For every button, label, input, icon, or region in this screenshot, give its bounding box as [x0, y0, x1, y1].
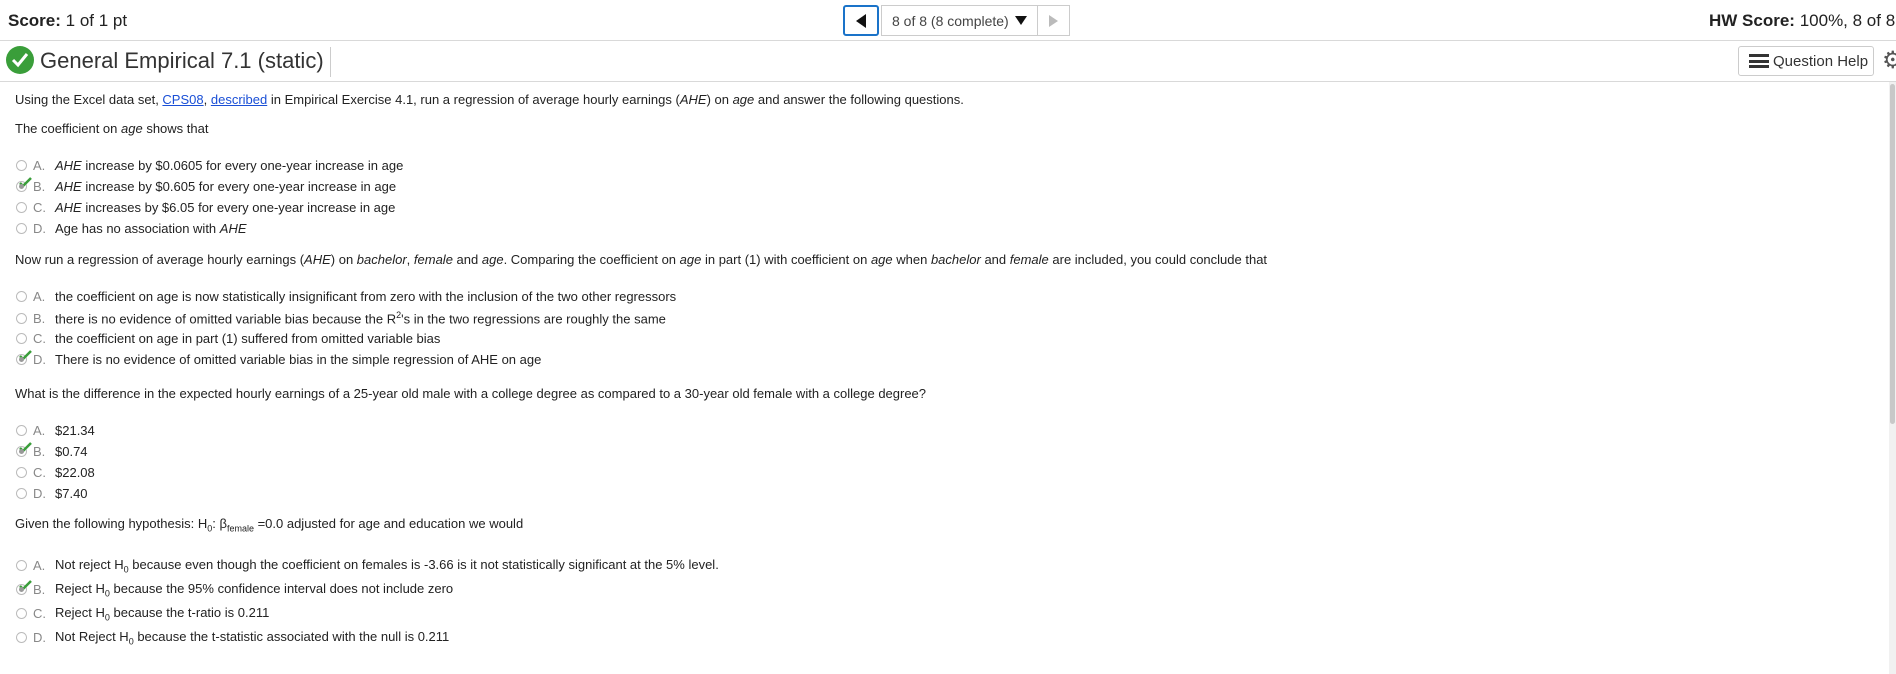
check-icon	[19, 350, 32, 361]
check-icon	[19, 442, 32, 453]
radio-button[interactable]	[16, 202, 27, 213]
described-link[interactable]: described	[211, 92, 267, 107]
top-bar: Score: 1 of 1 pt 8 of 8 (8 complete) HW …	[0, 0, 1896, 41]
radio-button[interactable]	[16, 177, 32, 192]
q2-option-a[interactable]: A. the coefficient on age is now statisti…	[16, 289, 676, 304]
title-bar: General Empirical 7.1 (static) Question …	[0, 41, 1896, 82]
right-arrow-icon	[1048, 14, 1058, 27]
cps08-link[interactable]: CPS08	[162, 92, 203, 107]
question-navigator: 8 of 8 (8 complete)	[843, 4, 1070, 37]
q1-option-b[interactable]: B. AHE increase by $0.605 for every one-y…	[16, 177, 396, 194]
left-arrow-icon	[856, 13, 866, 28]
q3-option-b[interactable]: B. $0.74	[16, 442, 88, 459]
correct-check-icon	[6, 46, 34, 74]
q1-option-c[interactable]: C. AHE increases by $6.05 for every one-y…	[16, 200, 395, 215]
score: Score: 1 of 1 pt	[8, 11, 128, 30]
q2-option-d[interactable]: D. There is no evidence of omitted variab…	[16, 350, 541, 367]
check-icon	[19, 177, 32, 188]
radio-button[interactable]	[16, 160, 27, 171]
q2-option-b[interactable]: B. there is no evidence of omitted variab…	[16, 310, 666, 326]
q4-option-d[interactable]: D. Not Reject H0 because the t-statistic …	[16, 629, 449, 647]
intro-text: Using the Excel data set, CPS08, describ…	[15, 92, 964, 107]
previous-question-button[interactable]	[843, 5, 879, 36]
check-icon	[19, 580, 32, 592]
radio-button[interactable]	[16, 580, 32, 596]
q2-prompt: Now run a regression of average hourly e…	[15, 252, 1268, 267]
radio-button[interactable]	[16, 608, 27, 620]
question-help-button[interactable]: Question Help	[1738, 46, 1874, 76]
q3-option-c[interactable]: C. $22.08	[16, 465, 95, 480]
radio-button[interactable]	[16, 632, 27, 644]
q4-prompt: Given the following hypothesis: H0: βfem…	[15, 516, 524, 534]
scrollbar[interactable]	[1889, 82, 1896, 674]
question-selector[interactable]: 8 of 8 (8 complete)	[881, 5, 1038, 36]
q4-option-c[interactable]: C. Reject H0 because the t-ratio is 0.211	[16, 605, 269, 623]
radio-button[interactable]	[16, 425, 27, 436]
radio-button[interactable]	[16, 312, 27, 324]
q1-option-a[interactable]: A. AHE increase by $0.0605 for every one-…	[16, 158, 403, 173]
q4-option-b[interactable]: B. Reject H0 because the 95% confidence i…	[16, 580, 453, 599]
question-title: General Empirical 7.1 (static)	[40, 47, 331, 77]
q2-option-c[interactable]: C. the coefficient on age in part (1) suf…	[16, 331, 440, 346]
radio-button[interactable]	[16, 560, 27, 572]
list-icon	[1749, 54, 1769, 68]
radio-button[interactable]	[16, 333, 27, 344]
radio-button[interactable]	[16, 223, 27, 234]
gear-icon[interactable]: ⚙	[1882, 49, 1896, 73]
q3-option-d[interactable]: D. $7.40	[16, 486, 88, 501]
radio-button[interactable]	[16, 350, 32, 365]
radio-button[interactable]	[16, 467, 27, 478]
q3-prompt: What is the difference in the expected h…	[15, 386, 927, 401]
q1-option-d[interactable]: D. Age has no association with AHE	[16, 221, 247, 236]
q1-prompt: The coefficient on age shows that	[15, 121, 209, 136]
chevron-down-icon	[1014, 16, 1027, 25]
next-question-button[interactable]	[1037, 5, 1070, 36]
radio-button[interactable]	[16, 442, 32, 457]
radio-button[interactable]	[16, 488, 27, 499]
radio-button[interactable]	[16, 291, 27, 302]
hw-score: HW Score: 100%, 8 of 8 p	[1709, 11, 1896, 30]
q3-option-a[interactable]: A. $21.34	[16, 423, 95, 438]
q4-option-a[interactable]: A. Not reject H0 because even though the …	[16, 557, 719, 575]
